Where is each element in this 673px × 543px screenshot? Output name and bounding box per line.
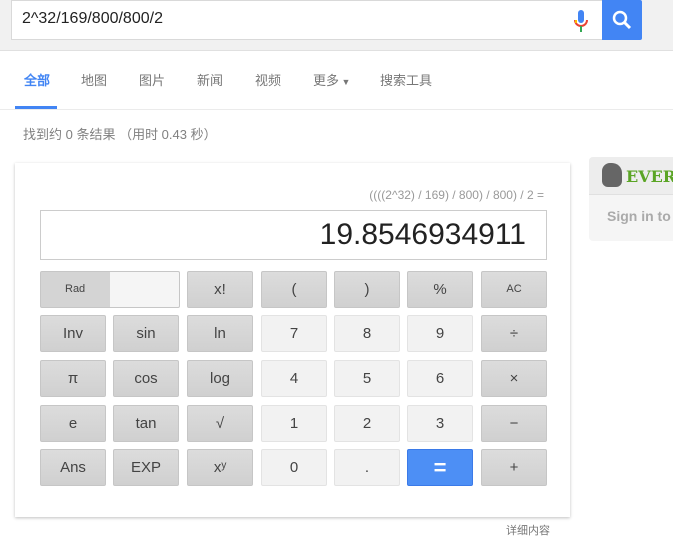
calc-key[interactable]: = [407, 449, 473, 486]
calc-key[interactable]: + [481, 449, 547, 486]
evernote-brand: EVERNOTE [626, 167, 673, 186]
calc-key[interactable]: π [40, 360, 106, 397]
evernote-logo-icon [602, 163, 622, 187]
calc-key[interactable]: x! [187, 271, 253, 308]
tab-maps[interactable]: 地图 [81, 70, 107, 89]
calc-key[interactable]: 8 [334, 315, 400, 352]
calc-key[interactable]: log [187, 360, 253, 397]
evernote-sign-in[interactable]: Sign in to [607, 208, 671, 224]
calc-key[interactable]: sin [113, 315, 179, 352]
calc-key[interactable]: 6 [407, 360, 473, 397]
search-icon [612, 10, 632, 30]
calc-key[interactable]: 9 [407, 315, 473, 352]
calc-key[interactable]: % [407, 271, 473, 308]
search-input[interactable] [22, 10, 562, 28]
calc-key[interactable]: xʸ [187, 449, 253, 486]
calc-key[interactable]: Rad [40, 271, 180, 308]
calc-key[interactable]: 7 [261, 315, 327, 352]
tab-more-label: 更多 [313, 73, 340, 88]
calc-key[interactable]: ln [187, 315, 253, 352]
search-header [0, 0, 673, 51]
calculator-card: ((((2^32) / 169) / 800) / 800) / 2 = 19.… [15, 163, 570, 517]
search-tabs: 全部 地图 图片 新闻 视频 更多 ▼ 搜索工具 [0, 52, 673, 110]
dropdown-arrow-icon: ▼ [339, 77, 351, 87]
calculator-expression: ((((2^32) / 169) / 800) / 800) / 2 = [369, 188, 544, 202]
details-link[interactable]: 详细内容 [506, 522, 550, 538]
calc-key[interactable]: 0 [261, 449, 327, 486]
calc-key[interactable]: 5 [334, 360, 400, 397]
calc-key[interactable]: Ans [40, 449, 106, 486]
tab-search-tools[interactable]: 搜索工具 [380, 70, 432, 89]
calc-key[interactable]: − [481, 405, 547, 442]
result-stats: 找到约 0 条结果 （用时 0.43 秒） [23, 127, 217, 142]
calc-key[interactable]: cos [113, 360, 179, 397]
calc-key[interactable]: √ [187, 405, 253, 442]
calc-key[interactable]: EXP [113, 449, 179, 486]
tab-news[interactable]: 新闻 [197, 70, 223, 89]
calc-key[interactable]: 2 [334, 405, 400, 442]
calc-key[interactable]: ( [261, 271, 327, 308]
search-box[interactable] [11, 0, 603, 40]
calc-key[interactable]: ÷ [481, 315, 547, 352]
calc-key[interactable]: × [481, 360, 547, 397]
calc-key[interactable]: ) [334, 271, 400, 308]
calc-key[interactable]: 1 [261, 405, 327, 442]
calculator-display: 19.8546934911 [40, 210, 547, 260]
calc-key[interactable]: . [334, 449, 400, 486]
calc-key[interactable]: 4 [261, 360, 327, 397]
tab-all[interactable]: 全部 [24, 70, 50, 89]
microphone-icon[interactable] [574, 10, 588, 34]
evernote-panel: EVERNOTE Sign in to [589, 157, 673, 241]
calc-key[interactable]: Inv [40, 315, 106, 352]
tab-more[interactable]: 更多 ▼ [313, 70, 350, 89]
search-button[interactable] [602, 0, 642, 40]
calc-key[interactable]: AC [481, 271, 547, 308]
calc-key[interactable]: tan [113, 405, 179, 442]
tab-images[interactable]: 图片 [139, 70, 165, 89]
calc-key[interactable]: 3 [407, 405, 473, 442]
active-tab-indicator [15, 106, 57, 109]
tab-videos[interactable]: 视频 [255, 70, 281, 89]
calc-key[interactable]: e [40, 405, 106, 442]
